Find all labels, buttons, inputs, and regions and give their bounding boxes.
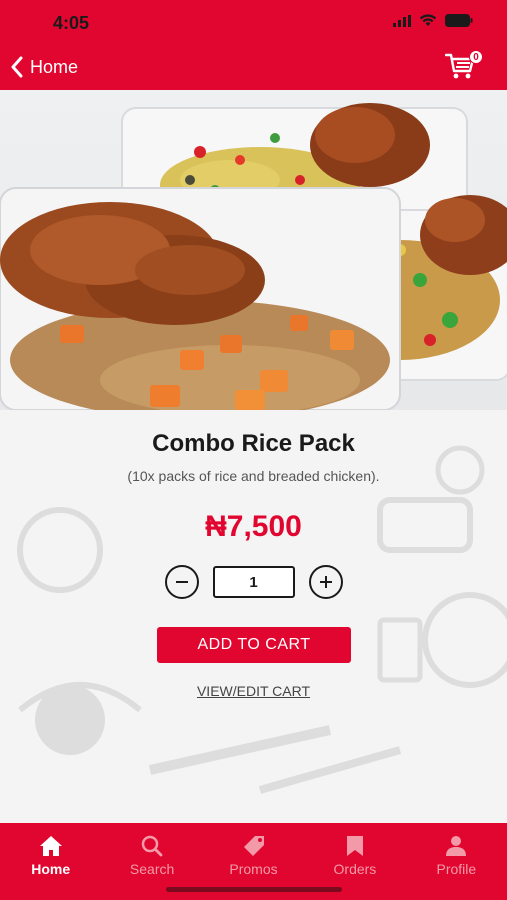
product-description: (10x packs of rice and breaded chicken). (127, 468, 380, 484)
header: 4:05 Home 0 (0, 0, 507, 90)
tab-label: Search (129, 861, 175, 877)
view-edit-cart-link[interactable]: VIEW/EDIT CART (0, 683, 507, 699)
plus-icon (319, 576, 332, 588)
tab-profile[interactable]: Profile (406, 823, 507, 900)
tab-label: Orders (333, 861, 377, 877)
quantity-stepper: 1 (0, 565, 507, 599)
minus-icon (175, 581, 188, 583)
product-price: ₦7,500 (205, 510, 302, 543)
tab-label: Profile (436, 861, 477, 877)
back-button[interactable]: Home (10, 56, 78, 78)
tab-home[interactable]: Home (0, 823, 101, 900)
cart-button[interactable]: 0 (444, 50, 483, 82)
cart-badge: 0 (469, 50, 483, 64)
tag-icon (243, 836, 264, 856)
product-title: Combo Rice Pack (152, 430, 355, 457)
product-details: Combo Rice Pack (10x packs of rice and b… (0, 410, 507, 823)
decrease-button[interactable] (164, 565, 199, 599)
tab-label: Home (31, 861, 71, 877)
signal-icon (393, 14, 411, 27)
status-time: 4:05 (53, 13, 90, 33)
quantity-field[interactable]: 1 (212, 566, 295, 598)
status-icons (393, 14, 473, 27)
tab-label: Promos (229, 861, 278, 877)
increase-button[interactable] (308, 565, 343, 599)
back-label: Home (30, 56, 79, 77)
home-indicator (166, 887, 342, 892)
product-image (0, 90, 507, 410)
add-to-cart-button[interactable]: ADD TO CART (157, 627, 351, 663)
search-icon (141, 835, 163, 857)
home-icon (39, 836, 62, 856)
wifi-icon (419, 14, 437, 26)
bookmark-icon (346, 836, 363, 856)
chevron-left-icon (11, 56, 23, 78)
battery-icon (445, 14, 473, 27)
person-icon (446, 836, 467, 856)
